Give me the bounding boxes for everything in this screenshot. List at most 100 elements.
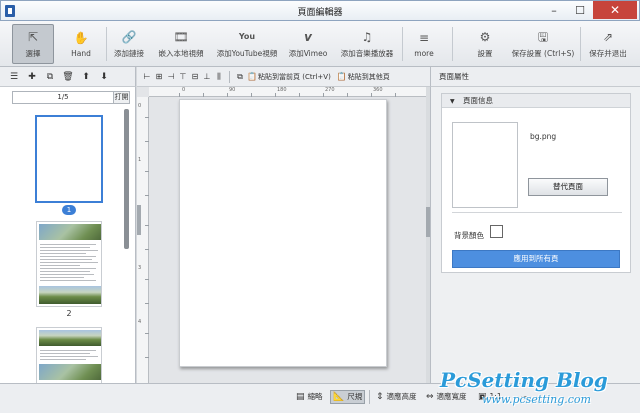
more-button[interactable]: ≡ more <box>408 24 440 64</box>
add-youtube-label: 添加YouTube視頻 <box>216 49 278 58</box>
thumbnail-photo <box>39 286 101 304</box>
copy-icon[interactable]: ⧉ <box>234 72 246 82</box>
embed-local-video-label: 嵌入本地視頻 <box>158 49 204 58</box>
thumbnail-photo <box>39 330 101 346</box>
fit-width-button[interactable]: ⇔ 適應寬度 <box>426 390 467 404</box>
paste-to-current-page-button[interactable]: 粘貼到當前頁 (Ctrl+V) <box>258 72 331 82</box>
properties-tab[interactable]: 頁面屬性 <box>430 67 640 87</box>
apply-to-all-pages-button[interactable]: 應用到所有頁 <box>452 250 620 268</box>
page-info-header[interactable]: ▼ 頁面信息 <box>442 94 630 108</box>
actual-size-button[interactable]: ▣ 1:1 <box>478 390 502 404</box>
replace-page-button[interactable]: 替代頁面 <box>528 178 608 196</box>
vertical-ruler: 0 1 2 3 4 <box>137 97 149 383</box>
page-thumbnail-2[interactable] <box>36 221 102 307</box>
select-cursor-icon: ⇱ <box>27 30 39 44</box>
move-down-icon[interactable]: ⬇ <box>95 72 113 82</box>
background-color-picker[interactable] <box>490 225 503 238</box>
page-navigator: 1/5 打開 <box>12 91 130 104</box>
ruler-tick <box>395 93 396 97</box>
select-tool-button[interactable]: ⇱ 選擇 <box>12 24 54 64</box>
text-line <box>40 262 98 263</box>
text-line <box>40 356 98 357</box>
title-bar: 頁面編輯器 – ☐ ✕ <box>0 0 640 21</box>
add-music-player-label: 添加音樂播放器 <box>340 49 394 58</box>
thumbnail-icon: ▤ <box>296 392 305 402</box>
align-right-icon[interactable]: ⊣ <box>165 72 177 81</box>
text-line <box>40 247 90 248</box>
page-thumbnail-panel: 1/5 打開 1 2 <box>0 87 136 383</box>
editor-canvas[interactable]: 0 90 180 270 360 0 1 2 3 4 <box>137 87 426 383</box>
save-settings-label: 保存設置 (Ctrl+S) <box>511 49 575 58</box>
ruler-tick <box>275 93 276 97</box>
add-music-player-button[interactable]: ♫ 添加音樂播放器 <box>336 24 398 64</box>
settings-button[interactable]: ⚙ 設置 <box>466 24 504 64</box>
page-canvas[interactable] <box>179 99 387 367</box>
text-line <box>40 253 86 254</box>
distribute-icon[interactable]: ⫼ <box>213 72 225 82</box>
chevron-down-icon: ▼ <box>450 98 455 105</box>
close-button[interactable]: ✕ <box>593 1 637 19</box>
thumbnail-view-toggle[interactable]: ▤ 縮略 <box>296 390 323 404</box>
save-settings-button[interactable]: 🖫 保存設置 (Ctrl+S) <box>508 24 578 64</box>
embed-local-video-button[interactable]: 🎞 嵌入本地視頻 <box>154 24 208 64</box>
main-toolbar: ⇱ 選擇 ✋ Hand 🔗 添加鏈接 🎞 嵌入本地視頻 You 添加YouTub… <box>0 21 640 67</box>
add-page-icon[interactable]: ✚ <box>23 72 41 82</box>
zoom-out-button[interactable]: － <box>520 390 528 404</box>
align-center-icon[interactable]: ⊞ <box>153 72 165 81</box>
add-link-button[interactable]: 🔗 添加鏈接 <box>110 24 148 64</box>
ruler-tick <box>299 93 300 97</box>
status-divider <box>369 390 370 404</box>
align-left-icon[interactable]: ⊢ <box>141 72 153 81</box>
minimize-button[interactable]: – <box>541 1 567 19</box>
add-youtube-button[interactable]: You 添加YouTube視頻 <box>212 24 282 64</box>
delete-page-icon[interactable]: 🗑 <box>59 72 77 82</box>
text-line <box>40 265 80 266</box>
background-image-preview <box>452 122 518 208</box>
select-tool-label: 選擇 <box>25 49 41 58</box>
ruler-tick <box>145 249 149 250</box>
ruler-toggle[interactable]: 📐 尺規 <box>330 390 366 404</box>
align-toolbar: ⊢ ⊞ ⊣ ⊤ ⊟ ⊥ ⫼ ⧉ 📋 粘貼到當前頁 (Ctrl+V) 📋 粘貼到其… <box>137 67 430 87</box>
save-and-exit-label: 保存并退出 <box>589 49 627 58</box>
settings-label: 設置 <box>477 49 493 58</box>
ruler-label: 270 <box>325 87 335 93</box>
thumbnail-scrollbar[interactable] <box>124 109 129 249</box>
save-and-exit-button[interactable]: ⇗ 保存并退出 <box>583 24 633 64</box>
thumbnail-photo <box>39 364 101 380</box>
page-number-input[interactable]: 1/5 <box>12 91 114 104</box>
ruler-tick <box>145 225 149 226</box>
fit-height-button[interactable]: ⇕ 適應高度 <box>376 390 417 404</box>
page-thumbnail-3[interactable] <box>36 327 102 383</box>
align-bottom-icon[interactable]: ⊥ <box>201 72 213 81</box>
text-line <box>40 271 90 272</box>
align-top-icon[interactable]: ⊤ <box>177 72 189 81</box>
youtube-icon: You <box>238 32 256 41</box>
left-panel-collapse-handle[interactable] <box>137 205 141 235</box>
ruler-tick <box>145 117 149 118</box>
toolbar-divider <box>229 70 230 83</box>
link-icon: 🔗 <box>121 30 137 44</box>
text-line <box>40 280 96 281</box>
film-icon: 🎞 <box>173 30 189 44</box>
ruler-label: 0 <box>182 87 186 93</box>
paste-to-other-pages-button[interactable]: 粘貼到其他頁 <box>348 72 390 82</box>
open-page-button[interactable]: 打開 <box>114 91 130 104</box>
actual-size-icon: ▣ <box>478 392 487 402</box>
hand-tool-button[interactable]: ✋ Hand <box>62 24 100 64</box>
paste-other-icon[interactable]: 📋 <box>336 72 348 81</box>
paste-icon[interactable]: 📋 <box>246 72 258 81</box>
list-icon[interactable]: ☰ <box>5 72 23 82</box>
save-disk-icon: 🖫 <box>537 30 549 44</box>
add-vimeo-button[interactable]: v 添加Vimeo <box>286 24 330 64</box>
ruler-toggle-label: 尺規 <box>347 392 363 401</box>
more-menu-icon: ≡ <box>418 31 430 45</box>
hand-icon: ✋ <box>73 31 89 45</box>
duplicate-page-icon[interactable]: ⧉ <box>41 72 59 82</box>
align-middle-icon[interactable]: ⊟ <box>189 72 201 81</box>
page-thumbnail-1[interactable] <box>35 115 103 203</box>
move-up-icon[interactable]: ⬆ <box>77 72 95 82</box>
window-controls: – ☐ ✕ <box>541 1 637 19</box>
maximize-button[interactable]: ☐ <box>567 1 593 19</box>
ruler-label: 3 <box>138 265 142 271</box>
ruler-tick <box>145 357 149 358</box>
